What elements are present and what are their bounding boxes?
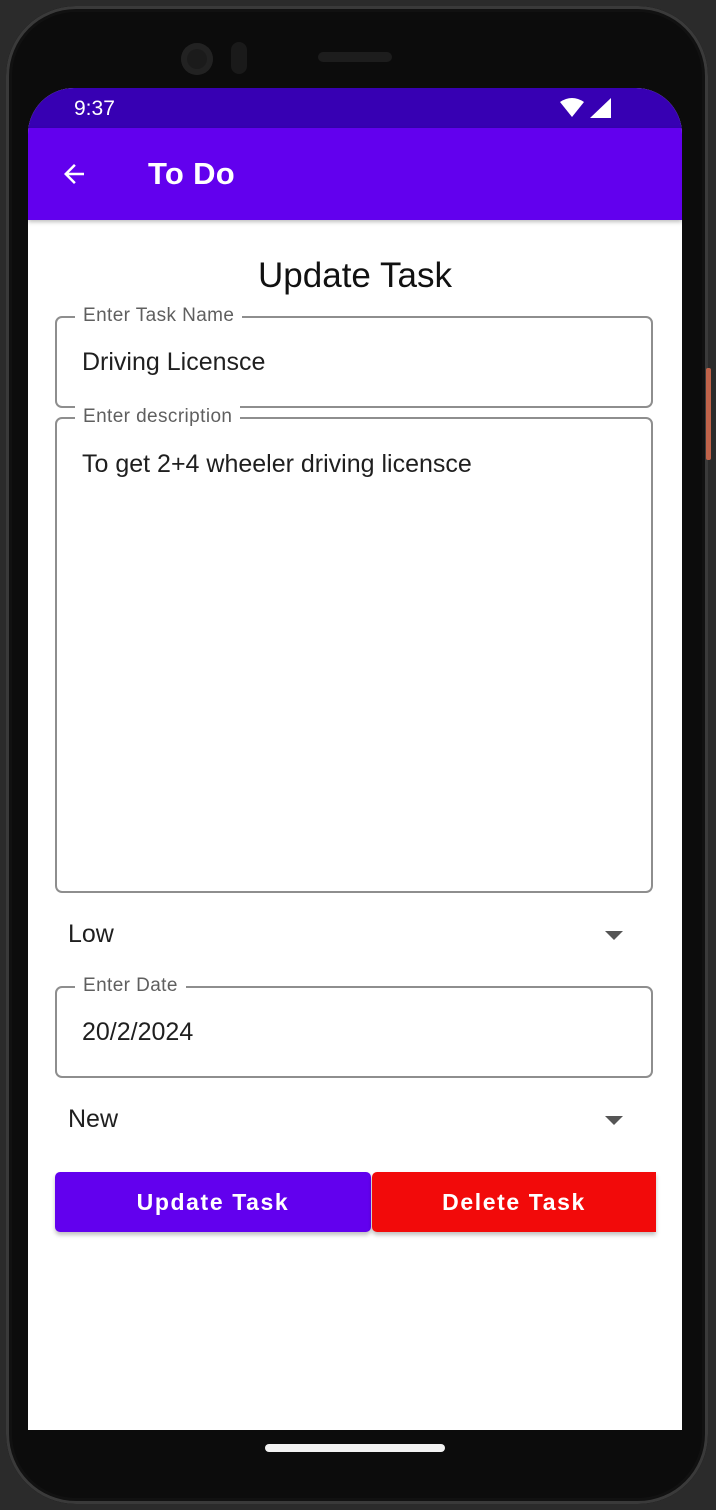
page-title: Update Task	[258, 256, 452, 295]
home-indicator[interactable]	[265, 1444, 445, 1452]
priority-dropdown[interactable]: Low	[55, 906, 653, 966]
date-label: Enter Date	[75, 975, 186, 997]
app-screen: 9:37 To Do Update Task Enter Task Name D…	[28, 88, 682, 1470]
dropdown-arrow-icon	[605, 1116, 623, 1125]
status-bar: 9:37	[28, 88, 682, 128]
description-label: Enter description	[75, 406, 241, 428]
dropdown-arrow-icon	[605, 931, 623, 940]
front-camera	[181, 43, 213, 75]
description-value: To get 2+4 wheeler driving licensce	[82, 450, 472, 478]
status-time: 9:37	[74, 97, 115, 120]
date-value: 20/2/2024	[82, 1018, 194, 1046]
arrow-back-icon	[64, 164, 84, 184]
app-bar-title: To Do	[148, 156, 236, 191]
task-name-label: Enter Task Name	[75, 305, 243, 327]
status-selected: New	[68, 1105, 119, 1133]
delete-task-button[interactable]: Delete Task	[372, 1172, 656, 1232]
app-bar: To Do	[28, 128, 682, 220]
back-button[interactable]	[54, 154, 94, 194]
power-button	[706, 368, 711, 460]
update-task-button[interactable]: Update Task	[55, 1172, 371, 1232]
earpiece-speaker	[318, 52, 392, 62]
wifi-icon	[560, 98, 584, 117]
task-name-value: Driving Licensce	[82, 348, 266, 376]
camera-sensor	[231, 42, 247, 74]
task-name-field[interactable]: Enter Task Name Driving Licensce	[55, 305, 653, 408]
cellular-signal-icon	[590, 98, 611, 118]
status-icons	[560, 97, 612, 119]
priority-selected: Low	[68, 920, 114, 948]
description-field[interactable]: Enter description To get 2+4 wheeler dri…	[55, 406, 653, 893]
date-field[interactable]: Enter Date 20/2/2024	[55, 975, 653, 1078]
status-dropdown[interactable]: New	[55, 1091, 653, 1151]
